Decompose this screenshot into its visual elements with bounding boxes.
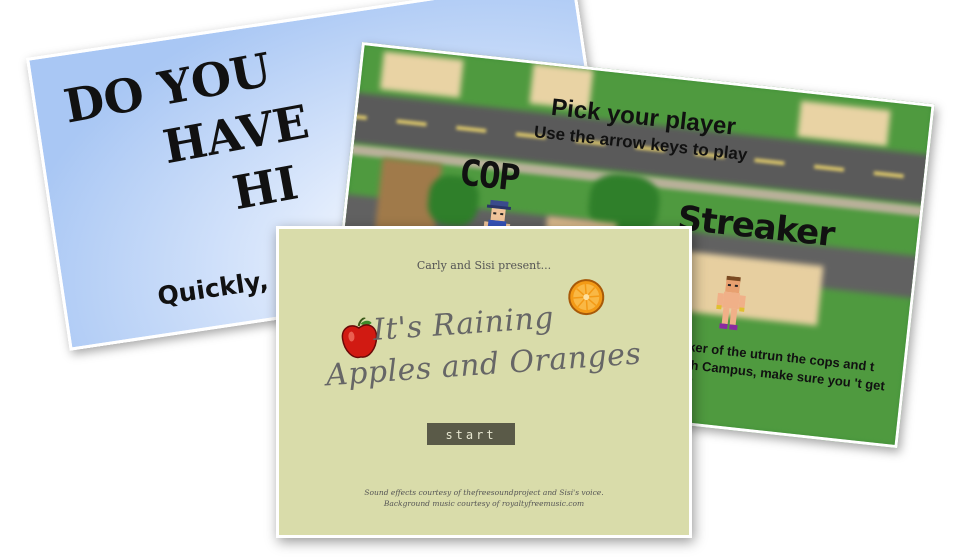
cop-option-label[interactable]: COP <box>457 152 520 199</box>
credits-sound-effects: Sound effects courtesy of thefreesoundpr… <box>364 488 604 497</box>
game-title-line-1: It's Raining <box>371 300 556 348</box>
streaker-sprite-icon[interactable] <box>712 275 750 334</box>
game-title: It's Raining Apples and Oranges <box>315 277 663 430</box>
presenter-text: Carly and Sisi present... <box>416 259 552 272</box>
credits: Sound effects courtesy of thefreesoundpr… <box>279 487 689 509</box>
quiz-title: DO YOU HAVE HI <box>59 35 323 249</box>
start-button[interactable]: start <box>427 423 515 445</box>
title-screen-card: Carly and Sisi present... It's Raining A… <box>276 226 692 538</box>
credits-background-music: Background music courtesy of royaltyfree… <box>383 499 585 508</box>
orange-icon <box>568 279 605 316</box>
